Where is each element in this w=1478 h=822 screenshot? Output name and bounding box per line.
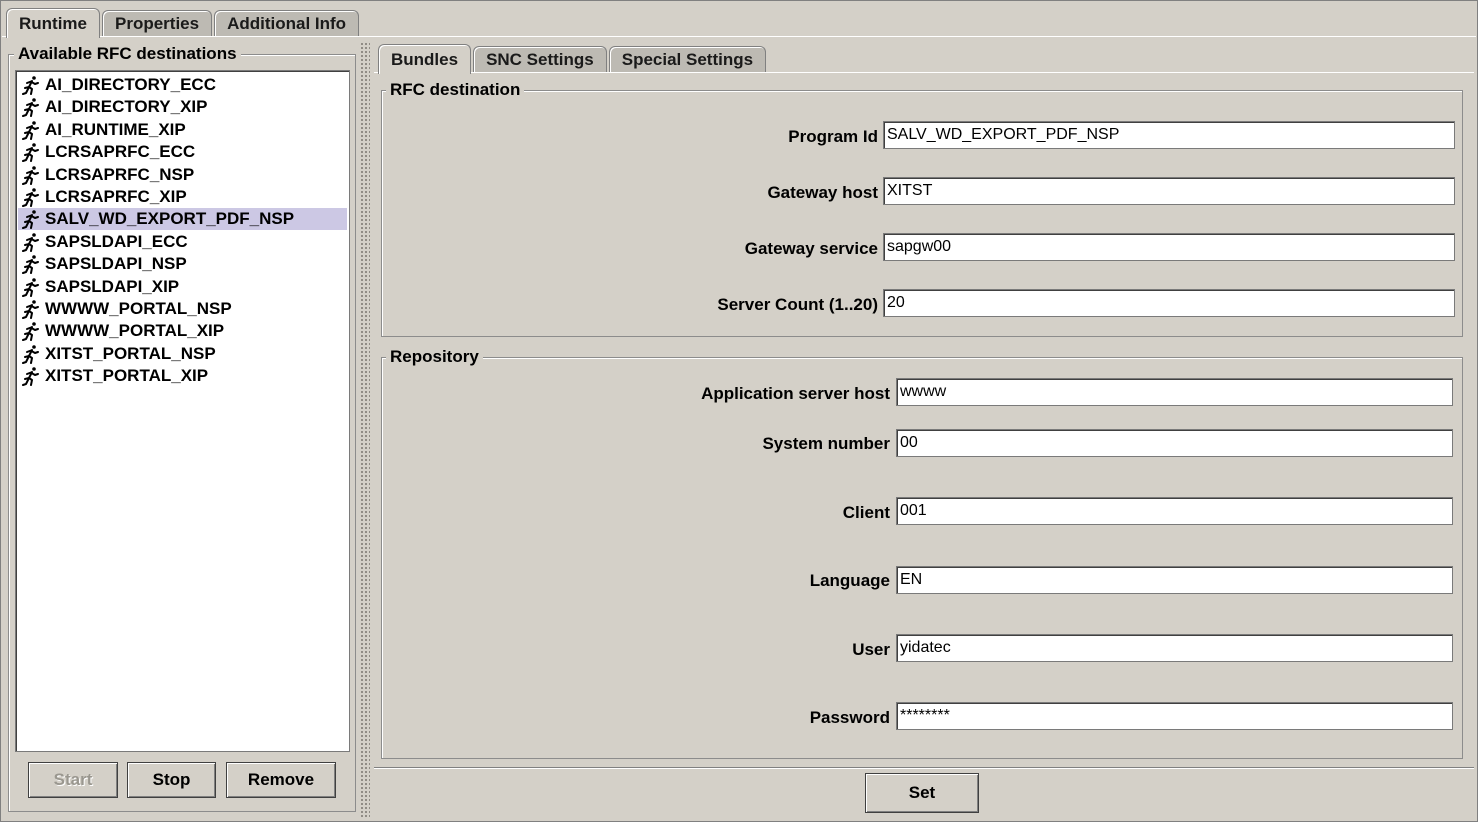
list-item[interactable]: XITST_PORTAL_XIP (18, 365, 347, 387)
program-id-field[interactable]: SALV_WD_EXPORT_PDF_NSP (883, 121, 1455, 149)
running-man-icon (20, 254, 42, 275)
repository-title: Repository (386, 347, 483, 367)
list-item-label: SAPSLDAPI_XIP (45, 276, 180, 296)
bottom-separator-highlight (374, 768, 1474, 769)
system-number-label: System number (762, 434, 890, 453)
list-item-label: SALV_WD_EXPORT_PDF_NSP (45, 209, 295, 229)
system-number-field[interactable]: 00 (896, 429, 1453, 457)
list-item[interactable]: AI_RUNTIME_XIP (18, 119, 347, 141)
list-item-label: WWWW_PORTAL_NSP (45, 299, 232, 318)
list-item[interactable]: WWWW_PORTAL_XIP (18, 320, 347, 342)
program-id-label: Program Id (788, 127, 878, 146)
gateway-host-label: Gateway host (767, 183, 878, 202)
list-item-label: LCRSAPRFC_NSP (45, 164, 195, 184)
server-count-field[interactable]: 20 (883, 289, 1455, 317)
tab-additional-info[interactable]: Additional Info (214, 10, 360, 36)
client-label: Client (842, 503, 890, 522)
top-tab-bar: Runtime Properties Additional Info (6, 8, 361, 38)
running-man-icon (20, 277, 42, 297)
list-item[interactable]: LCRSAPRFC_ECC (18, 141, 347, 163)
language-label: Language (809, 571, 890, 590)
running-man-icon (20, 165, 42, 185)
list-item[interactable]: AI_DIRECTORY_ECC (18, 74, 347, 96)
gateway-service-label: Gateway service (744, 239, 878, 258)
rfc-destinations-title: Available RFC destinations (14, 44, 241, 64)
running-man-icon (20, 97, 42, 118)
list-item[interactable]: LCRSAPRFC_XIP (18, 186, 347, 208)
list-item[interactable]: SAPSLDAPI_ECC (18, 231, 347, 253)
start-button[interactable]: Start (28, 762, 118, 798)
gateway-service-field[interactable]: sapgw00 (883, 233, 1455, 261)
running-man-icon (20, 344, 42, 364)
list-item[interactable]: XITST_PORTAL_NSP (18, 343, 347, 365)
password-field[interactable]: ******** (896, 702, 1453, 730)
list-item[interactable]: WWWW_PORTAL_NSP (18, 298, 347, 320)
list-item-label: LCRSAPRFC_ECC (45, 142, 196, 162)
app-server-host-label: Application server host (701, 384, 890, 403)
list-item-label: XITST_PORTAL_NSP (45, 343, 216, 363)
list-item-label: LCRSAPRFC_XIP (45, 187, 187, 206)
tab-underline (2, 36, 1476, 37)
user-label: User (852, 640, 890, 659)
rfc-destination-title: RFC destination (386, 80, 525, 100)
app-server-host-field[interactable]: wwww (896, 378, 1453, 406)
password-label: Password (809, 708, 890, 727)
running-man-icon (20, 209, 42, 230)
list-item-label: SAPSLDAPI_ECC (45, 231, 188, 251)
running-man-icon (20, 187, 42, 207)
tab-bundles[interactable]: Bundles (378, 44, 472, 74)
running-man-icon (20, 366, 42, 387)
rfc-destination-list[interactable]: AI_DIRECTORY_ECC AI_DIRECTORY_XIP AI_RUNTI… (15, 70, 350, 752)
list-item-label: WWWW_PORTAL_XIP (45, 321, 225, 341)
list-item-label: AI_DIRECTORY_XIP (45, 97, 208, 117)
stop-button[interactable]: Stop (127, 762, 216, 798)
repository-group (381, 357, 1463, 759)
running-man-icon (20, 232, 42, 252)
list-item-label: SAPSLDAPI_NSP (45, 254, 187, 274)
remove-button[interactable]: Remove (226, 762, 336, 798)
tab-special-settings[interactable]: Special Settings (608, 46, 767, 72)
list-item[interactable]: SAPSLDAPI_XIP (18, 276, 347, 298)
split-pane-divider[interactable] (360, 42, 370, 818)
running-man-icon (20, 321, 42, 342)
tab-properties[interactable]: Properties (102, 10, 213, 36)
set-button[interactable]: Set (865, 773, 979, 813)
client-field[interactable]: 001 (896, 497, 1453, 525)
list-item-label: AI_RUNTIME_XIP (45, 119, 186, 139)
list-item-label: XITST_PORTAL_XIP (45, 366, 209, 386)
tab-runtime[interactable]: Runtime (6, 8, 100, 38)
right-tab-underline (374, 72, 1474, 73)
running-man-icon (20, 75, 42, 95)
running-man-icon (20, 299, 42, 319)
list-item-label: AI_DIRECTORY_ECC (45, 75, 216, 94)
list-item[interactable]: AI_DIRECTORY_XIP (18, 96, 347, 118)
list-item[interactable]: SAPSLDAPI_NSP (18, 253, 347, 275)
server-count-label: Server Count (1..20) (717, 295, 878, 314)
list-item[interactable]: LCRSAPRFC_NSP (18, 164, 347, 186)
running-man-icon (20, 120, 42, 140)
user-field[interactable]: yidatec (896, 634, 1453, 662)
right-tab-bar: Bundles SNC Settings Special Settings (378, 44, 768, 74)
language-field[interactable]: EN (896, 566, 1453, 594)
running-man-icon (20, 142, 42, 163)
tab-snc-settings[interactable]: SNC Settings (473, 46, 607, 72)
list-item[interactable]: SALV_WD_EXPORT_PDF_NSP (18, 208, 347, 231)
gateway-host-field[interactable]: XITST (883, 177, 1455, 205)
